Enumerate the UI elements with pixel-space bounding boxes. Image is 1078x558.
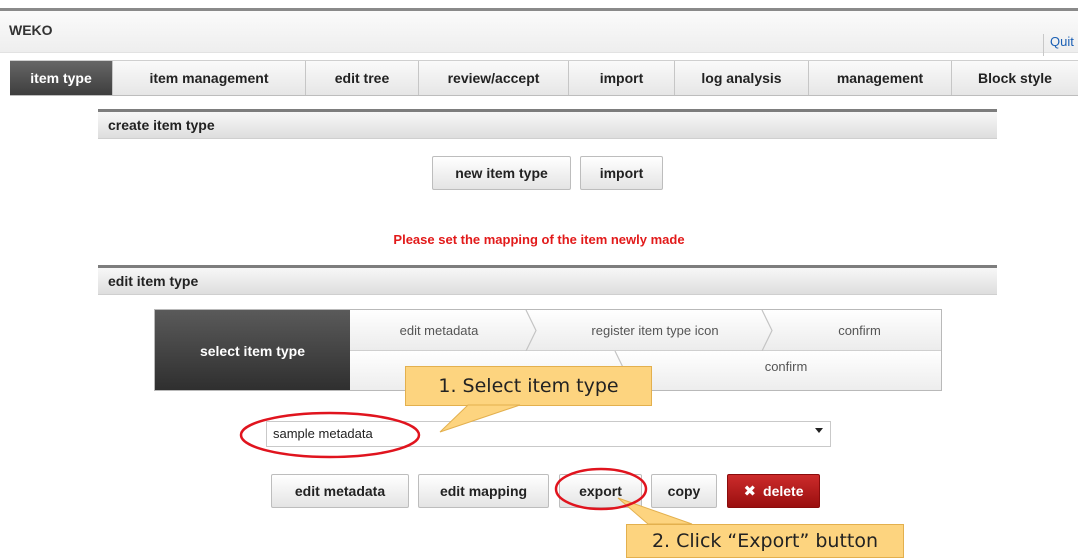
step-confirm: confirm [838, 323, 881, 338]
edit-mapping-button[interactable]: edit mapping [418, 474, 549, 508]
tab-review-accept[interactable]: review/accept [419, 61, 569, 95]
step-row-1: edit metadata register item type icon co… [350, 310, 941, 351]
delete-button-label: delete [763, 483, 804, 499]
tab-item-type[interactable]: item type [10, 61, 113, 95]
step-confirm-2: confirm [764, 358, 808, 374]
step-separator-icon [761, 310, 773, 351]
import-button[interactable]: import [580, 156, 663, 190]
item-type-select[interactable]: sample metadata [266, 421, 831, 447]
new-item-type-button[interactable]: new item type [432, 156, 571, 190]
app-logo: WEKO [9, 22, 53, 38]
copy-button[interactable]: copy [651, 474, 717, 508]
tab-block-style[interactable]: Block style [952, 61, 1078, 95]
callout-select-item-type: 1. Select item type [405, 366, 652, 406]
step-separator-icon [525, 310, 537, 351]
quit-link[interactable]: Quit [1043, 34, 1078, 56]
item-type-select-value: sample metadata [273, 426, 373, 441]
create-item-type-header: create item type [98, 109, 997, 139]
main-nav-tabs: item type item management edit tree revi… [10, 60, 1078, 96]
app-header: WEKO Quit [0, 11, 1078, 56]
export-button[interactable]: export [559, 474, 642, 508]
tab-management[interactable]: management [809, 61, 952, 95]
tab-edit-tree[interactable]: edit tree [306, 61, 419, 95]
tab-item-management[interactable]: item management [113, 61, 306, 95]
step-select-item-type: select item type [155, 310, 350, 390]
delete-button[interactable]: ✖ delete [727, 474, 820, 508]
edit-metadata-button[interactable]: edit metadata [271, 474, 409, 508]
chevron-down-icon [815, 428, 823, 433]
step-register-icon: register item type icon [591, 323, 719, 338]
mapping-notice: Please set the mapping of the item newly… [393, 232, 685, 247]
edit-item-type-header: edit item type [98, 265, 997, 295]
step-edit-metadata: edit metadata [399, 323, 479, 338]
tab-import[interactable]: import [569, 61, 675, 95]
tab-log-analysis[interactable]: log analysis [675, 61, 809, 95]
x-icon: ✖ [743, 483, 757, 500]
callout-click-export: 2. Click “Export” button [626, 524, 904, 558]
